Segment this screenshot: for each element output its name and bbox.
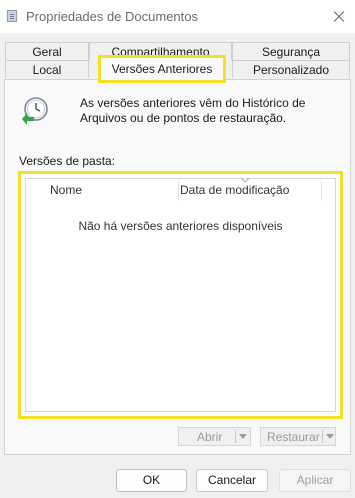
split-divider — [235, 430, 236, 443]
tab-local[interactable]: Local — [5, 60, 89, 78]
tab-geral[interactable]: Geral — [5, 42, 89, 60]
dropdown-arrow-icon[interactable] — [326, 434, 334, 439]
history-clock-icon — [22, 97, 48, 125]
open-button-label: Abrir — [197, 430, 223, 444]
column-divider[interactable] — [321, 181, 322, 201]
folder-versions-label: Versões de pasta: — [19, 154, 116, 168]
title-bar: Propriedades de Documentos — [0, 0, 355, 33]
tab-personalizado[interactable]: Personalizado — [232, 60, 350, 78]
restore-button-label: Restaurar — [267, 430, 320, 444]
cancel-button[interactable]: Cancelar — [196, 469, 268, 492]
versions-list[interactable]: Nome Data de modificação Não há versões … — [25, 177, 336, 412]
apply-button[interactable]: Aplicar — [279, 469, 351, 492]
column-header-name[interactable]: Nome — [50, 179, 82, 201]
column-divider[interactable] — [178, 181, 179, 201]
info-text: As versões anteriores vêm do Histórico d… — [80, 96, 306, 125]
ok-button[interactable]: OK — [116, 469, 187, 492]
tab-versoes-anteriores[interactable]: Versões Anteriores — [98, 55, 226, 83]
split-divider — [322, 430, 323, 443]
restore-button[interactable]: Restaurar — [260, 427, 336, 446]
tab-seguranca[interactable]: Segurança — [232, 42, 350, 60]
empty-list-message: Não há versões anteriores disponíveis — [78, 219, 283, 233]
window-title: Propriedades de Documentos — [26, 9, 198, 24]
dropdown-arrow-icon[interactable] — [239, 434, 247, 439]
document-properties-icon — [7, 10, 17, 22]
versions-list-highlight: Nome Data de modificação Não há versões … — [18, 171, 343, 419]
close-icon[interactable] — [325, 0, 355, 33]
column-header-modified-date[interactable]: Data de modificação — [180, 179, 289, 201]
open-button[interactable]: Abrir — [178, 427, 251, 446]
